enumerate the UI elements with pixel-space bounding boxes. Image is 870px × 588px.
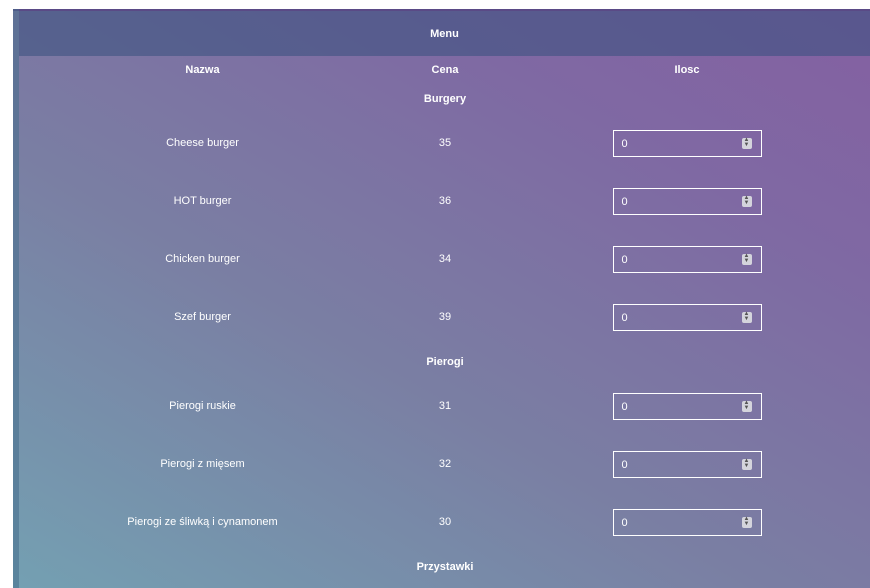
spin-up-down-icon[interactable]: ▲ ▼	[741, 458, 752, 470]
item-price: 39	[438, 311, 452, 323]
item-name: Chicken burger	[165, 253, 240, 265]
quantity-value: 0	[621, 253, 628, 266]
item-price: 36	[438, 195, 452, 207]
quantity-input[interactable]: 0 ▲ ▼	[612, 245, 762, 273]
table-header-row: Nazwa Cena Ilosc	[19, 56, 870, 83]
table-row: Szef burger 39 0 ▲ ▼	[19, 288, 870, 346]
header-price: Cena	[431, 63, 459, 76]
menu-title: Menu	[19, 11, 870, 56]
quantity-input[interactable]: 0 ▲ ▼	[612, 187, 762, 215]
category-label: Przystawki	[416, 560, 474, 573]
spin-up-down-icon[interactable]: ▲ ▼	[741, 311, 752, 323]
spin-up-down-icon[interactable]: ▲ ▼	[741, 195, 752, 207]
header-name: Nazwa	[185, 63, 220, 76]
spin-up-down-icon[interactable]: ▲ ▼	[741, 400, 752, 412]
quantity-value: 0	[621, 195, 628, 208]
quantity-input[interactable]: 0 ▲ ▼	[612, 392, 762, 420]
quantity-input[interactable]: 0 ▲ ▼	[612, 508, 762, 536]
item-name: Pierogi ze śliwką i cynamonem	[127, 516, 278, 528]
item-price: 30	[438, 516, 452, 528]
table-row: Chicken burger 34 0 ▲ ▼	[19, 230, 870, 288]
table-row: Pierogi ze śliwką i cynamonem 30 0 ▲ ▼	[19, 493, 870, 551]
item-name: Pierogi ruskie	[169, 400, 236, 412]
quantity-input[interactable]: 0 ▲ ▼	[612, 129, 762, 157]
spin-up-down-icon[interactable]: ▲ ▼	[741, 516, 752, 528]
quantity-value: 0	[621, 458, 628, 471]
quantity-input[interactable]: 0 ▲ ▼	[612, 303, 762, 331]
item-name: HOT burger	[173, 195, 232, 207]
header-qty: Ilosc	[674, 63, 700, 76]
quantity-value: 0	[621, 400, 628, 413]
category-row-pierogi: Pierogi	[19, 346, 870, 377]
quantity-value: 0	[621, 137, 628, 150]
table-row: Cheese burger 35 0 ▲ ▼	[19, 114, 870, 172]
item-price: 34	[438, 253, 452, 265]
table-row: HOT burger 36 0 ▲ ▼	[19, 172, 870, 230]
table-row: Pierogi ruskie 31 0 ▲ ▼	[19, 377, 870, 435]
quantity-value: 0	[621, 516, 628, 529]
category-row-przystawki: Przystawki	[19, 551, 870, 582]
table-row: Pierogi z mięsem 32 0 ▲ ▼	[19, 435, 870, 493]
quantity-input[interactable]: 0 ▲ ▼	[612, 450, 762, 478]
item-name: Pierogi z mięsem	[160, 458, 245, 470]
spin-up-down-icon[interactable]: ▲ ▼	[741, 253, 752, 265]
item-price: 32	[438, 458, 452, 470]
menu-panel: Menu Nazwa Cena Ilosc Burgery Cheese bur…	[13, 9, 870, 588]
quantity-value: 0	[621, 311, 628, 324]
spin-up-down-icon[interactable]: ▲ ▼	[741, 137, 752, 149]
menu-table: Nazwa Cena Ilosc Burgery Cheese burger 3…	[19, 56, 870, 582]
item-name: Cheese burger	[166, 137, 239, 149]
category-label: Burgery	[423, 92, 467, 105]
item-name: Szef burger	[174, 311, 231, 323]
item-price: 35	[438, 137, 452, 149]
category-row-burgery: Burgery	[19, 83, 870, 114]
item-price: 31	[438, 400, 452, 412]
category-label: Pierogi	[426, 355, 464, 368]
